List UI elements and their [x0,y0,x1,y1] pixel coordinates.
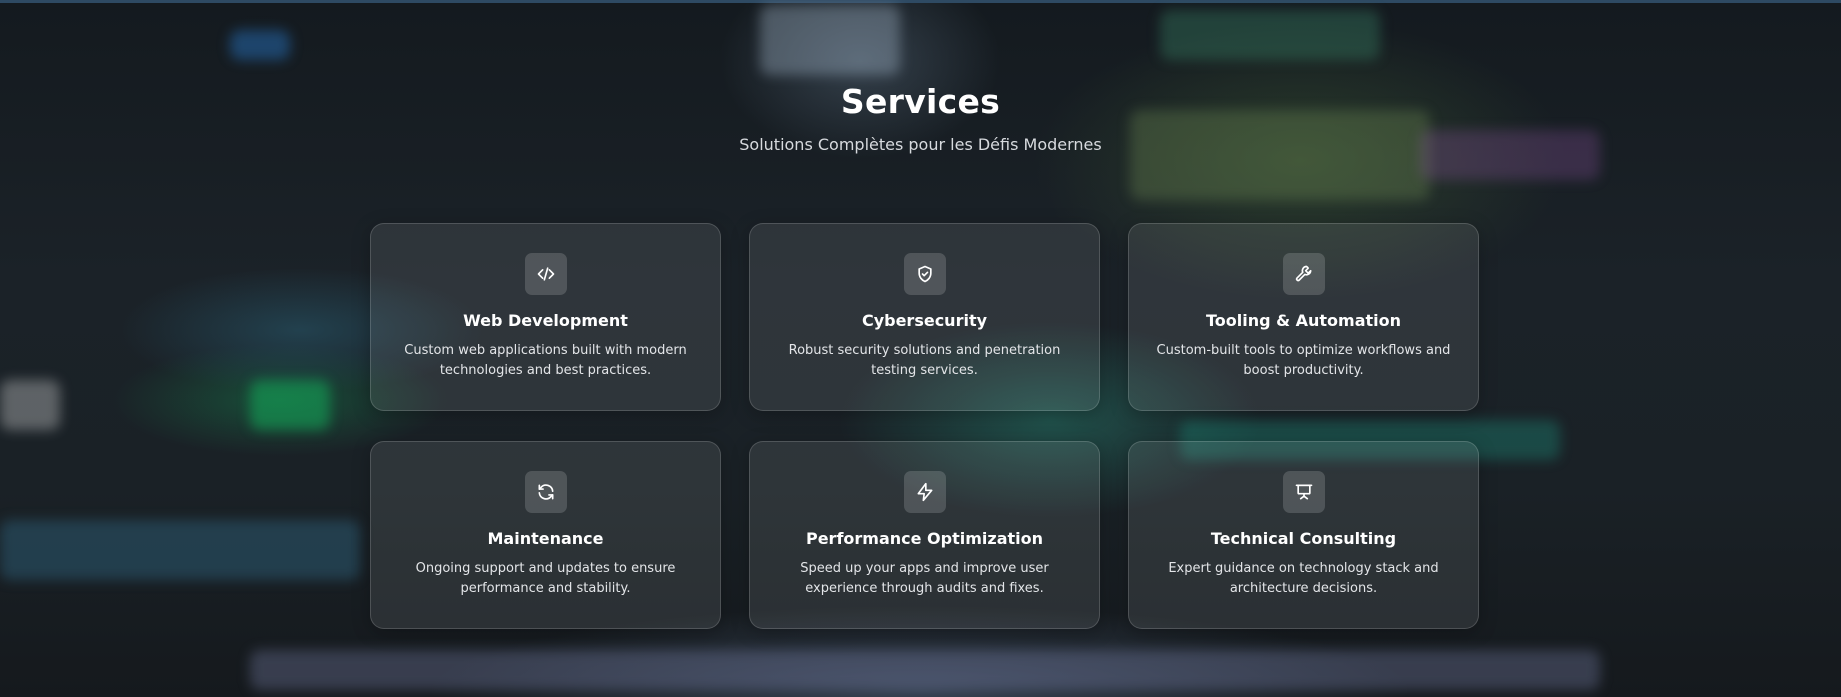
services-grid: Web Development Custom web applications … [370,223,1479,629]
background-shape [250,650,1600,690]
background-shape [230,30,290,60]
shield-check-icon [903,253,946,295]
service-title: Cybersecurity [861,311,988,330]
service-description: Expert guidance on technology stack and … [1168,561,1439,596]
service-title: Tooling & Automation [1205,311,1402,330]
lightning-icon [903,471,946,513]
background-shape [0,380,60,430]
top-border [0,0,1841,3]
section-header: Services Solutions Complètes pour les Dé… [0,82,1841,154]
background-shape [0,520,360,580]
background-shape [250,380,330,430]
page-subtitle: Solutions Complètes pour les Défis Moder… [739,135,1102,154]
background-shape [1160,10,1380,60]
service-card-tooling-automation: Tooling & Automation Custom-built tools … [1128,223,1479,411]
presentation-icon [1282,471,1325,513]
service-card-cybersecurity: Cybersecurity Robust security solutions … [749,223,1100,411]
service-description: Custom-built tools to optimize workflows… [1156,343,1451,378]
service-card-maintenance: Maintenance Ongoing support and updates … [370,441,721,629]
service-title: Technical Consulting [1210,529,1397,548]
service-card-web-development: Web Development Custom web applications … [370,223,721,411]
service-description: Ongoing support and updates to ensure pe… [415,561,676,596]
services-page: Services Solutions Complètes pour les Dé… [0,0,1841,697]
refresh-icon [524,471,567,513]
service-description: Custom web applications built with moder… [404,343,687,378]
service-description: Speed up your apps and improve user expe… [800,561,1049,596]
service-card-technical-consulting: Technical Consulting Expert guidance on … [1128,441,1479,629]
page-title: Services [840,82,1001,121]
service-title: Performance Optimization [805,529,1044,548]
service-card-performance-optimization: Performance Optimization Speed up your a… [749,441,1100,629]
service-description: Robust security solutions and penetratio… [788,343,1061,378]
background-shape [760,5,900,75]
service-title: Maintenance [487,529,604,548]
wrench-icon [1282,253,1325,295]
service-title: Web Development [463,311,628,330]
code-icon [524,253,567,295]
